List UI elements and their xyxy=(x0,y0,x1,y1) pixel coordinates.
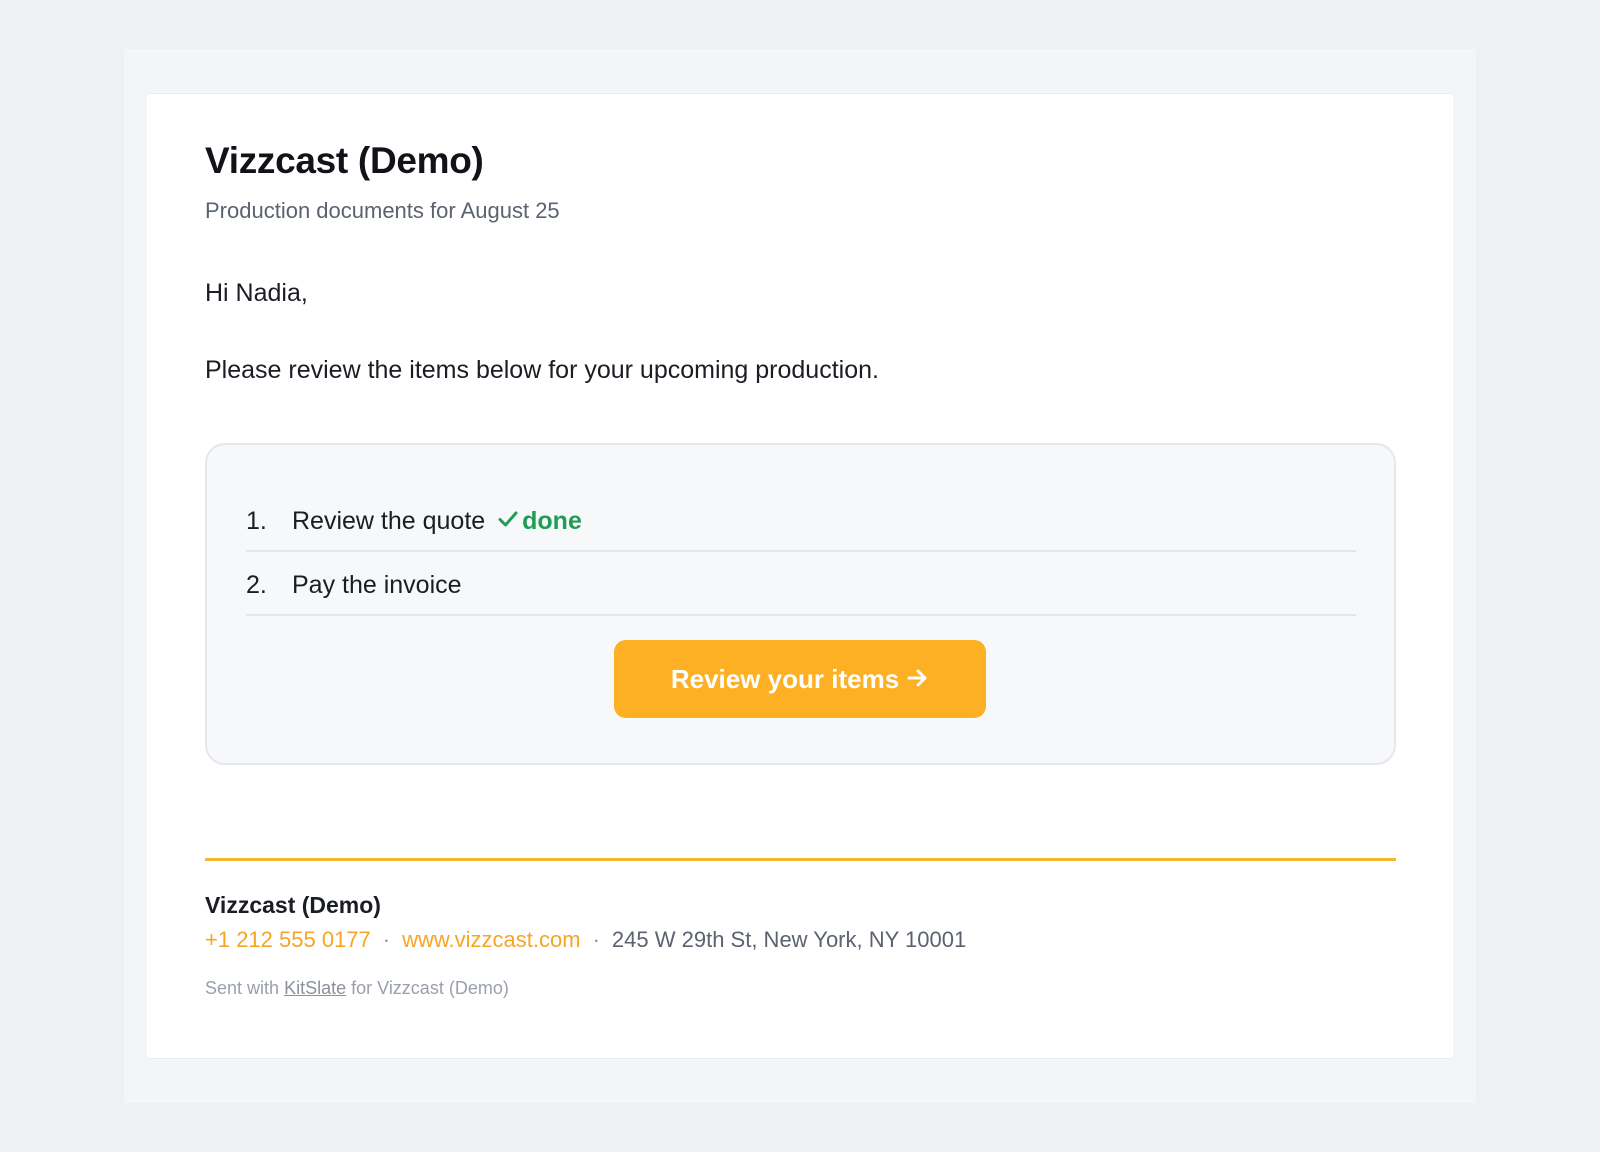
sent-prefix: Sent with xyxy=(205,978,280,998)
item-label: Pay the invoice xyxy=(292,571,462,599)
address-text: 245 W 29th St, New York, NY 10001 xyxy=(611,927,967,952)
footer-company-name: Vizzcast (Demo) xyxy=(205,892,381,918)
sent-with-line: Sent with KitSlate for Vizzcast (Demo) xyxy=(205,978,509,999)
done-label: done xyxy=(522,507,582,535)
list-item-review-quote: 1. Review the quote done xyxy=(246,488,1356,552)
website-link[interactable]: www.vizzcast.com xyxy=(402,927,580,952)
item-label: Review the quote xyxy=(292,507,486,535)
separator-dot: · xyxy=(382,927,391,952)
sent-suffix: for Vizzcast (Demo) xyxy=(351,978,509,998)
list-item-pay-invoice: 2. Pay the invoice xyxy=(246,552,1356,616)
kitslate-link[interactable]: KitSlate xyxy=(284,978,346,998)
item-number: 2. xyxy=(246,571,267,599)
review-items-label: Review your items xyxy=(670,663,900,694)
email-subtitle: Production documents for August 25 xyxy=(205,198,560,223)
review-items-button[interactable]: Review your items xyxy=(614,640,986,718)
check-icon xyxy=(498,507,518,536)
intro-text: Please review the items below for your u… xyxy=(205,356,879,384)
phone-link[interactable]: +1 212 555 0177 xyxy=(205,927,371,952)
email-title: Vizzcast (Demo) xyxy=(205,140,484,181)
separator-dot: · xyxy=(592,927,600,952)
footer-contact-line: +1 212 555 0177 · www.vizzcast.com · 245 W 2… xyxy=(205,927,966,953)
done-status: done xyxy=(498,507,582,535)
item-number: 1. xyxy=(246,507,267,535)
footer-divider xyxy=(205,858,1396,861)
greeting-text: Hi Nadia, xyxy=(205,279,308,307)
arrow-right-icon xyxy=(907,664,929,695)
item-label-wrap: Review the quote done xyxy=(292,507,582,536)
